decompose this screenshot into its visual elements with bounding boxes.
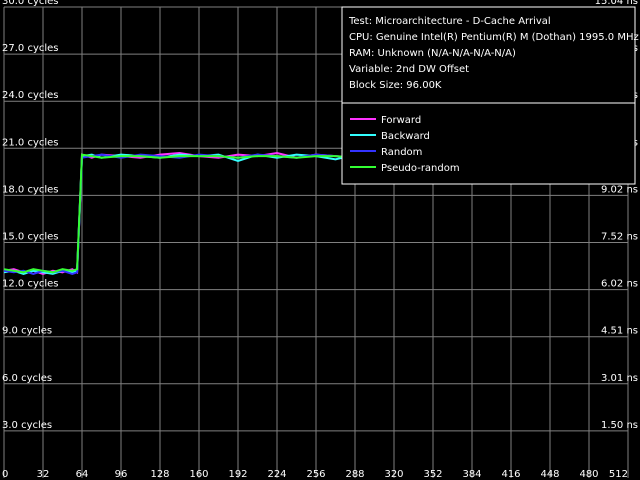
legend-label: Forward (381, 115, 421, 126)
x-tick-label: 160 (189, 469, 208, 480)
x-tick-label: 480 (579, 469, 598, 480)
y-tick-label-left: 21.0 cycles (2, 137, 59, 148)
info-line-cpu: CPU: Genuine Intel(R) Pentium(R) M (Doth… (349, 32, 639, 43)
x-tick-label: 0 (2, 469, 8, 480)
info-line-variable: Variable: 2nd DW Offset (349, 64, 469, 75)
x-tick-label: 192 (228, 469, 247, 480)
y-tick-label-right: 7.52 ns (601, 232, 638, 243)
y-tick-label-left: 15.0 cycles (2, 232, 59, 243)
legend-label: Pseudo-random (381, 163, 460, 174)
y-tick-label-left: 30.0 cycles (2, 0, 59, 7)
x-tick-label: 96 (115, 469, 128, 480)
legend-box: Test: Microarchitecture - D-Cache Arriva… (341, 6, 639, 185)
legend-label: Backward (381, 131, 430, 142)
x-tick-label: 448 (540, 469, 559, 480)
x-tick-label: 416 (501, 469, 520, 480)
x-tick-label: 320 (384, 469, 403, 480)
y-tick-label-left: 9.0 cycles (2, 326, 52, 337)
chart-svg: 0 32 64 96 128 160 192 224 256 288 320 352 384 416 448… (0, 0, 640, 480)
y-tick-label-right: 3.01 ns (601, 373, 638, 384)
y-tick-label-right: 4.51 ns (601, 326, 638, 337)
x-tick-label: 64 (76, 469, 89, 480)
x-tick-label: 352 (423, 469, 442, 480)
x-tick-label: 512 (609, 469, 628, 480)
y-tick-label-right: 15.04 ns (595, 0, 638, 7)
y-tick-label-left: 27.0 cycles (2, 43, 59, 54)
y-tick-label-right: 9.02 ns (601, 184, 638, 195)
y-tick-label-left: 18.0 cycles (2, 184, 59, 195)
y-tick-label-left: 6.0 cycles (2, 373, 52, 384)
x-tick-label: 256 (306, 469, 325, 480)
y-tick-label-right: 1.50 ns (601, 420, 638, 431)
y-tick-label-left: 24.0 cycles (2, 90, 59, 101)
y-tick-label-left: 12.0 cycles (2, 279, 59, 290)
x-tick-label: 32 (37, 469, 50, 480)
x-tick-label: 224 (267, 469, 286, 480)
info-line-test: Test: Microarchitecture - D-Cache Arriva… (348, 16, 551, 27)
y-tick-label-left: 3.0 cycles (2, 420, 52, 431)
info-line-ram: RAM: Unknown (N/A-N/A-N/A-N/A) (349, 48, 516, 59)
x-tick-label: 288 (345, 469, 364, 480)
x-tick-label: 128 (150, 469, 169, 480)
legend-label: Random (381, 147, 422, 158)
y-tick-label-right: 6.02 ns (601, 279, 638, 290)
info-line-block-size: Block Size: 96.00K (349, 80, 442, 91)
x-tick-label: 384 (462, 469, 481, 480)
